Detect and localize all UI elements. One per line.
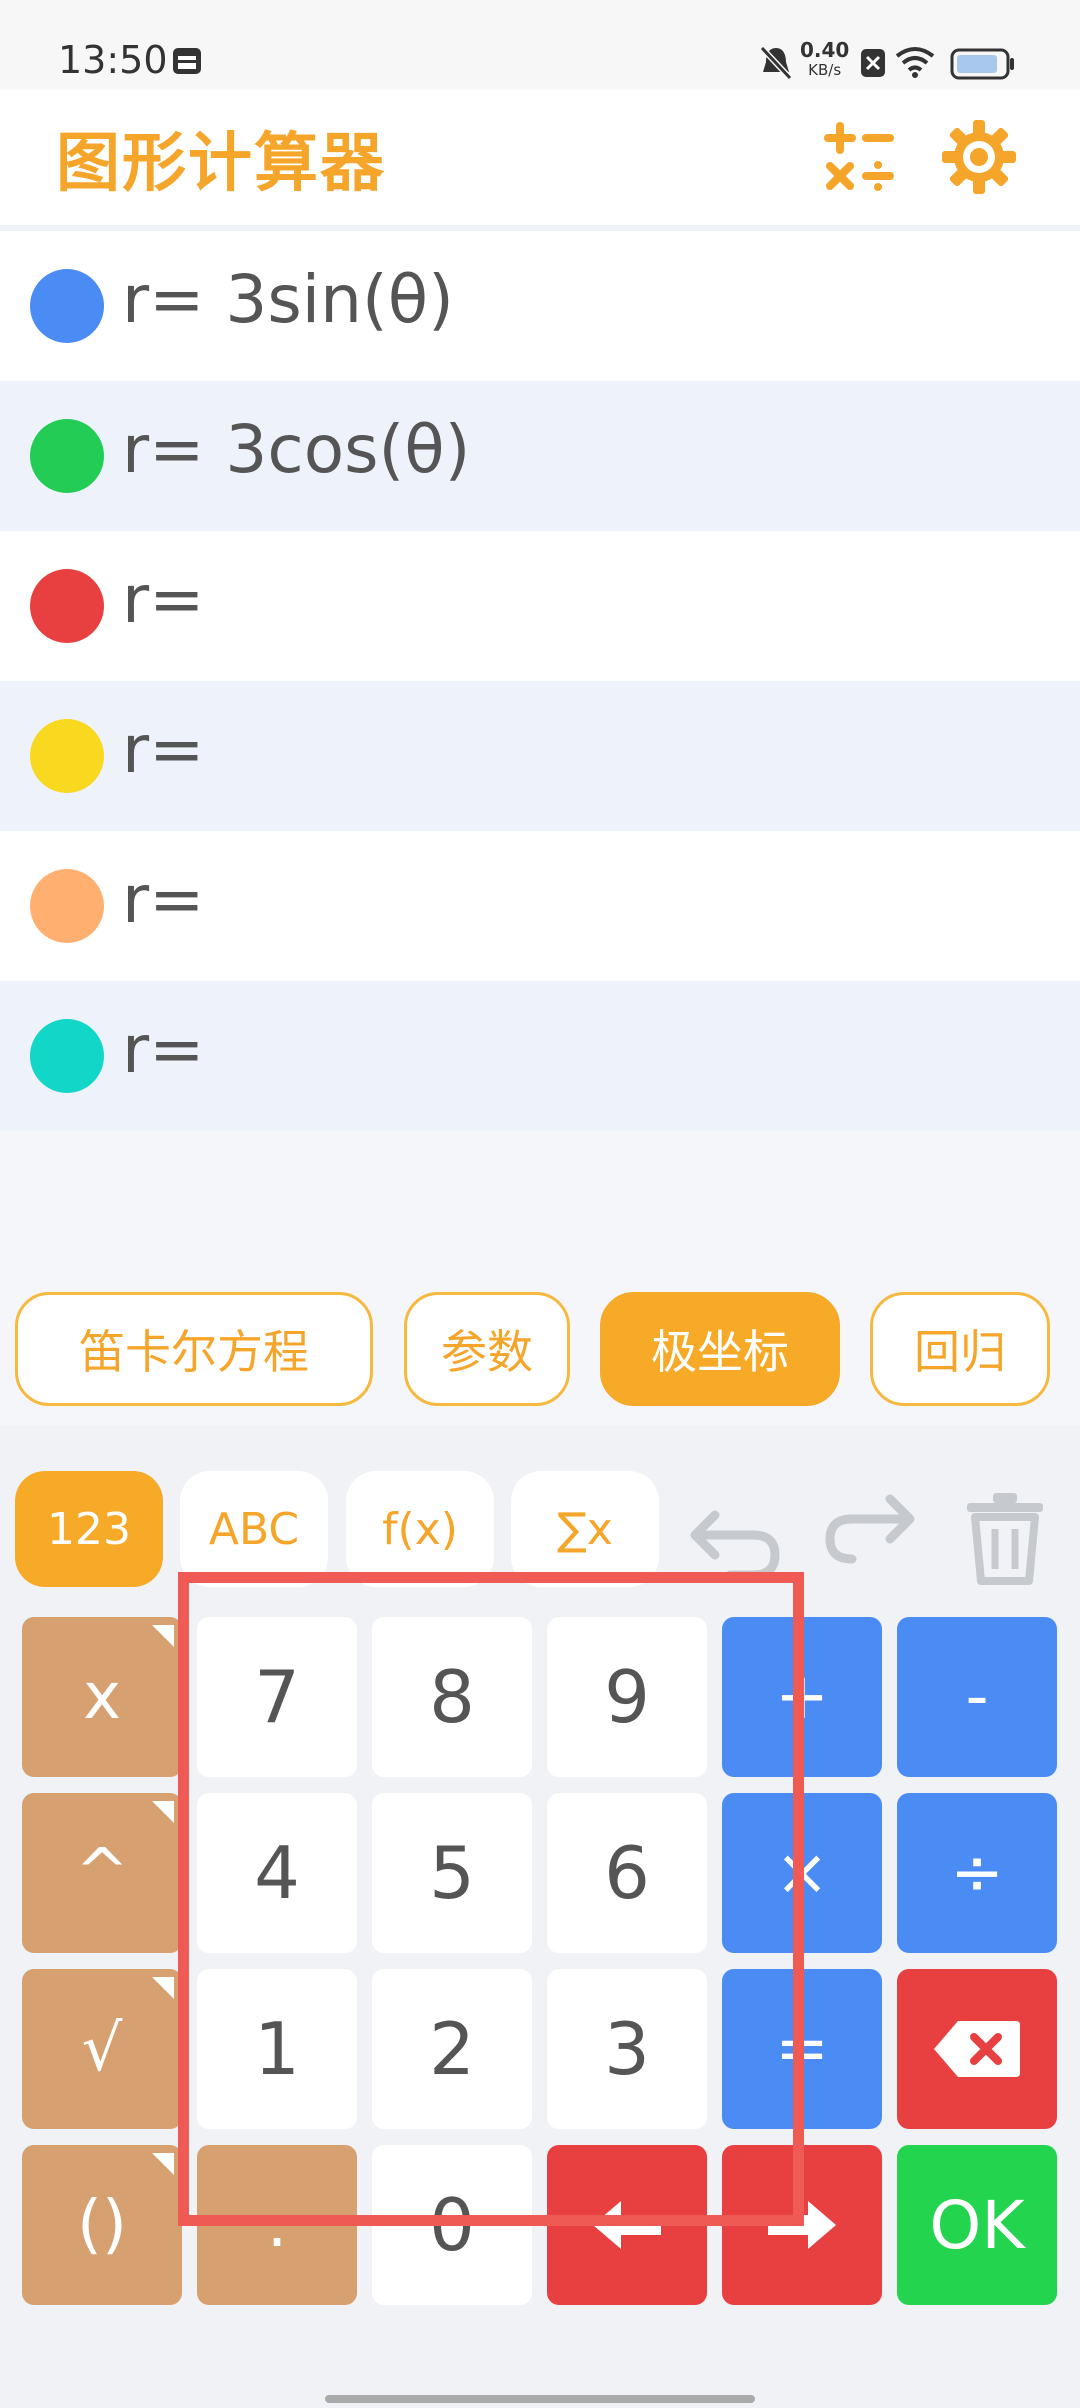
equation-text[interactable]: r= — [122, 711, 204, 788]
key-1[interactable]: 1 — [197, 1969, 357, 2129]
backspace-icon — [934, 2021, 1020, 2077]
equation-color-dot[interactable] — [30, 419, 104, 493]
tab-letters[interactable]: ABC — [180, 1471, 328, 1587]
trash-icon[interactable] — [955, 1487, 1055, 1587]
battery-icon — [950, 48, 1014, 80]
equation-label: r= — [122, 561, 205, 638]
cursor-right-button[interactable] — [722, 2145, 882, 2305]
key-6[interactable]: 6 — [547, 1793, 707, 1953]
equation-text[interactable]: r= — [122, 1011, 204, 1088]
empty-area — [0, 1131, 1080, 1275]
equation-text[interactable]: r= 3cos(θ) — [122, 411, 470, 488]
equation-color-dot[interactable] — [30, 569, 104, 643]
status-bar: 13:50 0.40 KB/s — [0, 0, 1080, 90]
mode-regression-button[interactable]: 回归 — [870, 1292, 1050, 1406]
equation-text[interactable]: r= 3sin(θ) — [122, 261, 454, 338]
key-8[interactable]: 8 — [372, 1617, 532, 1777]
key-7[interactable]: 7 — [197, 1617, 357, 1777]
key-parentheses[interactable]: () — [22, 2145, 182, 2305]
redo-icon[interactable] — [820, 1487, 920, 1587]
equation-label: r= — [122, 261, 205, 338]
key-label: ^ — [75, 1836, 129, 1910]
equation-label: r= — [122, 711, 205, 788]
equation-row[interactable]: r= 3cos(θ) — [0, 381, 1080, 531]
key-label: () — [77, 2188, 127, 2262]
corner-mark — [152, 1977, 174, 1999]
calculator-mode-icon[interactable] — [822, 120, 896, 194]
equation-row[interactable]: r= — [0, 831, 1080, 981]
key-decimal[interactable]: . — [197, 2145, 357, 2305]
calendar-notification-icon — [173, 48, 201, 74]
equation-mode-bar: 笛卡尔方程 参数 极坐标 回归 — [0, 1275, 1080, 1425]
equation-label: r= — [122, 861, 205, 938]
equation-label: r= — [122, 411, 205, 488]
app-title: 图形计算器 — [56, 127, 386, 201]
equation-text[interactable]: r= — [122, 561, 204, 638]
undo-icon[interactable] — [685, 1487, 785, 1587]
key-plus[interactable]: + — [722, 1617, 882, 1777]
equation-row[interactable]: r= — [0, 531, 1080, 681]
backspace-button[interactable] — [897, 1969, 1057, 2129]
corner-mark — [152, 1801, 174, 1823]
tab-numbers[interactable]: 123 — [15, 1471, 163, 1587]
wifi-icon — [895, 47, 935, 78]
settings-gear-icon[interactable] — [940, 118, 1018, 196]
key-sqrt[interactable]: √ — [22, 1969, 182, 2129]
equation-color-dot[interactable] — [30, 269, 104, 343]
equation-label: r= — [122, 1011, 205, 1088]
equation-row[interactable]: r= 3sin(θ) — [0, 231, 1080, 381]
key-divide[interactable]: ÷ — [897, 1793, 1057, 1953]
equation-row[interactable]: r= — [0, 681, 1080, 831]
equation-text[interactable]: r= — [122, 861, 204, 938]
mode-cartesian-button[interactable]: 笛卡尔方程 — [15, 1292, 373, 1406]
home-indicator[interactable] — [325, 2395, 755, 2403]
network-speed: 0.40 KB/s — [800, 40, 849, 80]
key-equals[interactable]: = — [722, 1969, 882, 2129]
key-9[interactable]: 9 — [547, 1617, 707, 1777]
corner-mark — [152, 2153, 174, 2175]
key-label: x — [83, 1660, 121, 1734]
sim-x-icon — [861, 49, 885, 77]
status-time: 13:50 — [58, 38, 168, 82]
equation-expression: 3sin(θ) — [225, 261, 454, 338]
key-label: √ — [81, 2012, 123, 2086]
mute-bell-icon — [759, 45, 793, 81]
arrow-right-icon — [768, 2201, 836, 2249]
calculator-keyboard: 123 ABC f(x) ∑x x ^ √ () 7 8 9 4 5 6 1 2… — [0, 1425, 1080, 2408]
mode-polar-button[interactable]: 极坐标 — [600, 1292, 840, 1406]
equation-color-dot[interactable] — [30, 869, 104, 943]
equation-expression: 3cos(θ) — [225, 411, 471, 488]
app-bar: 图形计算器 — [0, 90, 1080, 225]
key-4[interactable]: 4 — [197, 1793, 357, 1953]
key-0[interactable]: 0 — [372, 2145, 532, 2305]
key-3[interactable]: 3 — [547, 1969, 707, 2129]
equation-color-dot[interactable] — [30, 1019, 104, 1093]
arrow-left-icon — [593, 2201, 661, 2249]
tab-functions[interactable]: f(x) — [346, 1471, 494, 1587]
mode-parametric-button[interactable]: 参数 — [404, 1292, 570, 1406]
equation-color-dot[interactable] — [30, 719, 104, 793]
key-minus[interactable]: - — [897, 1617, 1057, 1777]
corner-mark — [152, 1625, 174, 1647]
key-5[interactable]: 5 — [372, 1793, 532, 1953]
key-x[interactable]: x — [22, 1617, 182, 1777]
key-multiply[interactable]: × — [722, 1793, 882, 1953]
net-speed-unit: KB/s — [808, 61, 842, 79]
equation-list: r= 3sin(θ) r= 3cos(θ) r= r= r= r= — [0, 231, 1080, 1131]
cursor-left-button[interactable] — [547, 2145, 707, 2305]
key-power[interactable]: ^ — [22, 1793, 182, 1953]
net-speed-value: 0.40 — [800, 38, 850, 62]
ok-button[interactable]: OK — [897, 2145, 1057, 2305]
tab-statistics[interactable]: ∑x — [511, 1471, 659, 1587]
equation-row[interactable]: r= — [0, 981, 1080, 1131]
key-2[interactable]: 2 — [372, 1969, 532, 2129]
